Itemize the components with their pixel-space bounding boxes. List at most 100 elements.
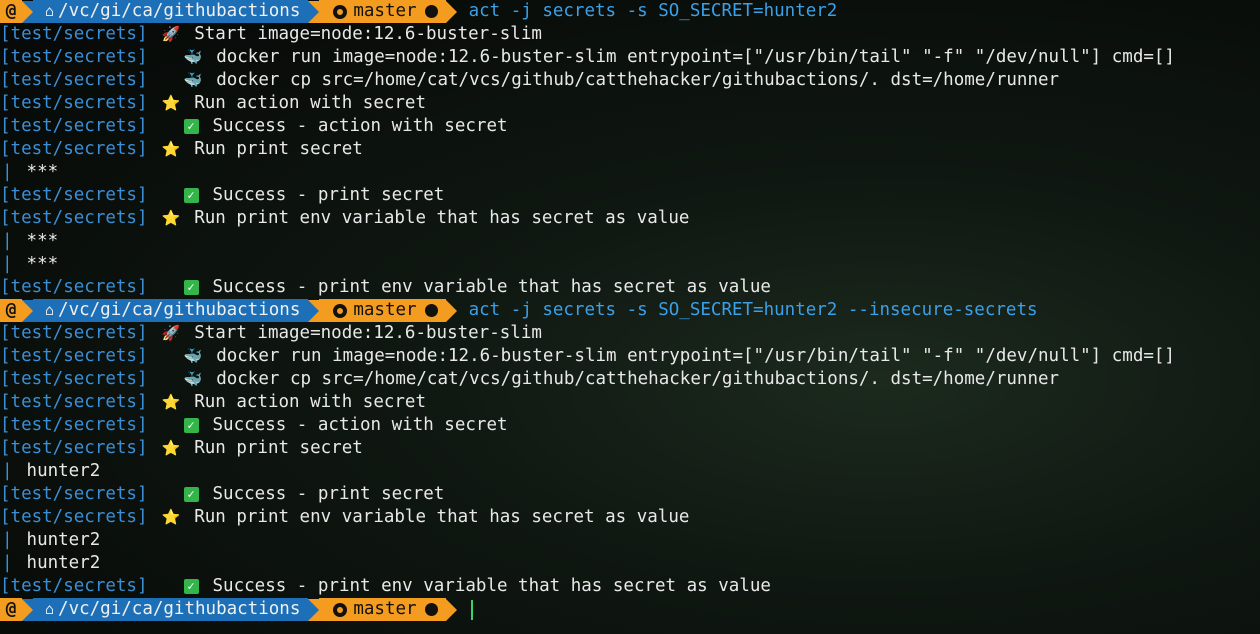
github-icon [333, 303, 348, 318]
rocket-icon: 🚀 [161, 324, 181, 342]
log-text: Run print secret [194, 139, 363, 159]
dirty-status-icon [424, 603, 438, 616]
output-text: hunter2 [16, 530, 101, 550]
command-text: act -j secrets -s SO_SECRET=hunter2 [468, 1, 838, 21]
log-text: Success - print env variable that has se… [212, 576, 771, 596]
log-text: Run action with secret [194, 93, 426, 113]
job-tag: [test/secrets] [0, 438, 148, 458]
log-line: [test/secrets] 🚀 Start image=node:12.6-bus… [0, 23, 1260, 46]
log-text: docker cp src=/home/cat/vcs/github/catth… [216, 369, 1060, 389]
job-tag: [test/secrets] [0, 392, 148, 412]
star-icon: ⭐ [161, 393, 181, 411]
star-icon: ⭐ [161, 508, 181, 526]
log-text: Success - print secret [212, 185, 445, 205]
prompt-path-text: /vc/gi/ca/githubactions [58, 1, 301, 21]
command-text: act -j secrets -s SO_SECRET=hunter2 --in… [468, 300, 1038, 320]
log-line: [test/secrets] ⭐ Run action with secret [0, 391, 1260, 414]
docker-icon: 🐳 [183, 347, 203, 365]
powerline-separator [445, 299, 457, 322]
output-bar: | [2, 461, 13, 481]
log-line: [test/secrets] ⭐ Run action with secret [0, 92, 1260, 115]
prompt-git-branch: master [319, 0, 446, 23]
log-text: Success - print secret [212, 484, 445, 504]
branch-name: master [353, 300, 417, 320]
prompt-line: @ ⌂/vc/gi/ca/githubactions master [0, 598, 1260, 621]
prompt-path-text: /vc/gi/ca/githubactions [58, 599, 301, 619]
log-text: Run action with secret [194, 392, 426, 412]
log-line: [test/secrets] 🐳 docker run image=node:12.… [0, 46, 1260, 69]
output-text: *** [16, 254, 59, 274]
rocket-icon: 🚀 [161, 25, 181, 43]
docker-icon: 🐳 [183, 370, 203, 388]
cursor[interactable] [470, 599, 473, 620]
log-text: docker run image=node:12.6-buster-slim e… [216, 47, 1175, 67]
job-tag: [test/secrets] [0, 208, 148, 228]
log-line: [test/secrets] 🐳 docker cp src=/home/cat/v… [0, 368, 1260, 391]
terminal-window[interactable]: @ ⌂/vc/gi/ca/githubactions master act -j se… [0, 0, 1260, 634]
log-line: [test/secrets] ⭐ Run print secret [0, 138, 1260, 161]
output-text: *** [16, 162, 59, 182]
powerline-separator [308, 598, 320, 621]
powerline-separator [22, 0, 33, 23]
debian-logo-icon: @ [0, 598, 22, 621]
job-tag: [test/secrets] [0, 369, 148, 389]
log-text: Start image=node:12.6-buster-slim [194, 24, 542, 44]
star-icon: ⭐ [161, 94, 181, 112]
prompt-git-branch: master [319, 598, 446, 621]
prompt-path: ⌂/vc/gi/ca/githubactions [33, 299, 309, 322]
powerline-separator [445, 598, 457, 621]
log-text: docker run image=node:12.6-buster-slim e… [216, 346, 1175, 366]
job-tag: [test/secrets] [0, 139, 148, 159]
debian-logo-icon: @ [0, 299, 22, 322]
output-bar: | [2, 530, 13, 550]
check-icon: ✓ [183, 579, 199, 594]
log-line: [test/secrets] 🐳 docker cp src=/home/cat/v… [0, 69, 1260, 92]
job-tag: [test/secrets] [0, 277, 148, 297]
prompt-line: @ ⌂/vc/gi/ca/githubactions master act -j se… [0, 299, 1260, 322]
branch-name: master [353, 1, 417, 21]
log-line: [test/secrets] ✓ Success - print secret [0, 483, 1260, 506]
check-icon: ✓ [183, 280, 199, 295]
check-icon: ✓ [183, 188, 199, 203]
output-bar: | [2, 553, 13, 573]
output-line: | hunter2 [0, 460, 1260, 483]
log-line: [test/secrets] ✓ Success - action with sec… [0, 414, 1260, 437]
log-line: [test/secrets] ⭐ Run print secret [0, 437, 1260, 460]
log-line: [test/secrets] 🐳 docker run image=node:12.… [0, 345, 1260, 368]
job-tag: [test/secrets] [0, 507, 148, 527]
check-icon: ✓ [183, 418, 199, 433]
check-icon: ✓ [183, 487, 199, 502]
job-tag: [test/secrets] [0, 116, 148, 136]
prompt-git-branch: master [319, 299, 446, 322]
log-text: docker cp src=/home/cat/vcs/github/catth… [216, 70, 1060, 90]
job-tag: [test/secrets] [0, 346, 148, 366]
log-text: Run print secret [194, 438, 363, 458]
prompt-line: @ ⌂/vc/gi/ca/githubactions master act -j se… [0, 0, 1260, 23]
log-text: Run print env variable that has secret a… [194, 208, 690, 228]
powerline-separator [445, 0, 457, 23]
output-line: | *** [0, 253, 1260, 276]
prompt-path: ⌂/vc/gi/ca/githubactions [33, 0, 309, 23]
powerline-separator [22, 598, 33, 621]
star-icon: ⭐ [161, 439, 181, 457]
output-line: | hunter2 [0, 529, 1260, 552]
job-tag: [test/secrets] [0, 185, 148, 205]
job-tag: [test/secrets] [0, 24, 148, 44]
log-line: [test/secrets] ⭐ Run print env variable th… [0, 506, 1260, 529]
output-line: | *** [0, 230, 1260, 253]
home-icon: ⌂ [45, 2, 55, 20]
log-line: [test/secrets] ✓ Success - print env varia… [0, 575, 1260, 598]
docker-icon: 🐳 [183, 48, 203, 66]
log-line: [test/secrets] ✓ Success - action with sec… [0, 115, 1260, 138]
job-tag: [test/secrets] [0, 576, 148, 596]
prompt-path-text: /vc/gi/ca/githubactions [58, 300, 301, 320]
check-icon: ✓ [183, 119, 199, 134]
log-line: [test/secrets] 🚀 Start image=node:12.6-bus… [0, 322, 1260, 345]
job-tag: [test/secrets] [0, 47, 148, 67]
job-tag: [test/secrets] [0, 323, 148, 343]
powerline-separator [308, 0, 320, 23]
output-text: hunter2 [16, 461, 101, 481]
powerline-separator [308, 299, 320, 322]
home-icon: ⌂ [45, 600, 55, 618]
branch-name: master [353, 599, 417, 619]
